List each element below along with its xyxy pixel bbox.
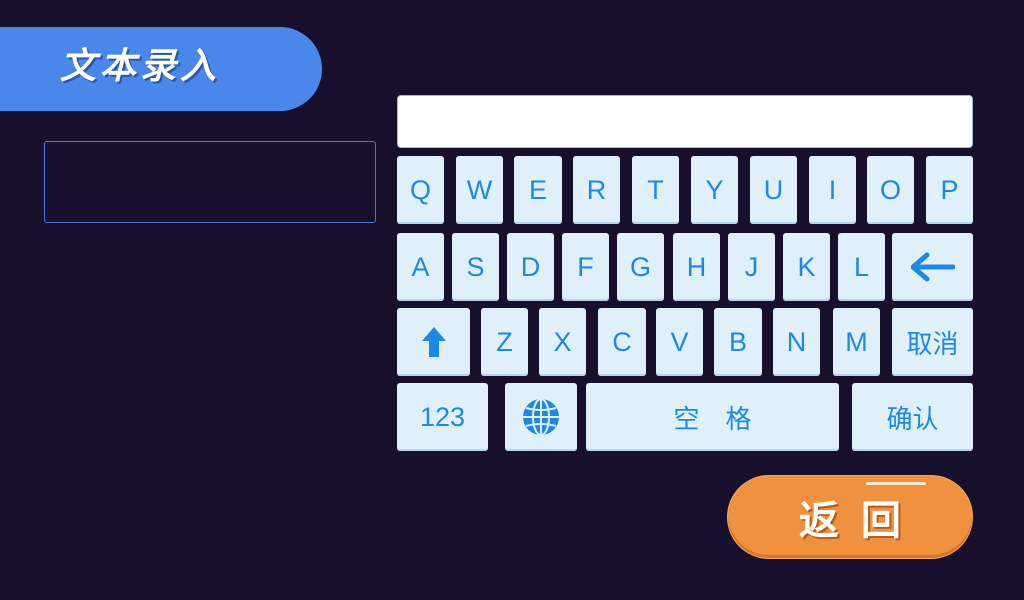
back-button[interactable]: 返回 xyxy=(728,476,972,558)
key-g[interactable]: G xyxy=(617,233,664,301)
key-x[interactable]: X xyxy=(539,308,586,376)
key-h[interactable]: H xyxy=(673,233,720,301)
back-button-highlight xyxy=(866,482,926,485)
key-y[interactable]: Y xyxy=(691,156,738,224)
confirm-key[interactable]: 确认 xyxy=(852,383,973,451)
key-w[interactable]: W xyxy=(456,156,503,224)
key-d[interactable]: D xyxy=(507,233,554,301)
up-arrow-icon xyxy=(421,326,447,358)
key-q[interactable]: Q xyxy=(397,156,444,224)
left-arrow-icon xyxy=(910,252,955,282)
key-j[interactable]: J xyxy=(728,233,775,301)
key-o[interactable]: O xyxy=(867,156,914,224)
key-r[interactable]: R xyxy=(573,156,620,224)
shift-key[interactable] xyxy=(397,308,470,376)
key-v[interactable]: V xyxy=(656,308,703,376)
key-a[interactable]: A xyxy=(397,233,444,301)
globe-icon xyxy=(521,397,561,437)
key-m[interactable]: M xyxy=(833,308,880,376)
key-z[interactable]: Z xyxy=(481,308,528,376)
key-k[interactable]: K xyxy=(783,233,830,301)
language-key[interactable] xyxy=(505,383,577,451)
key-c[interactable]: C xyxy=(598,308,646,376)
key-u[interactable]: U xyxy=(750,156,797,224)
key-l[interactable]: L xyxy=(838,233,885,301)
key-s[interactable]: S xyxy=(452,233,499,301)
space-key[interactable]: 空 格 xyxy=(586,383,839,451)
key-i[interactable]: I xyxy=(809,156,856,224)
backspace-key[interactable] xyxy=(892,233,973,301)
cancel-key[interactable]: 取消 xyxy=(892,308,973,376)
key-n[interactable]: N xyxy=(773,308,820,376)
key-p[interactable]: P xyxy=(926,156,973,224)
numbers-key[interactable]: 123 xyxy=(397,383,488,451)
text-input-field[interactable] xyxy=(44,141,376,223)
keyboard-display[interactable] xyxy=(397,95,973,148)
key-t[interactable]: T xyxy=(632,156,679,224)
key-f[interactable]: F xyxy=(562,233,609,301)
page-title: 文本录入 xyxy=(60,46,221,87)
key-e[interactable]: E xyxy=(514,156,562,224)
key-b[interactable]: B xyxy=(714,308,762,376)
